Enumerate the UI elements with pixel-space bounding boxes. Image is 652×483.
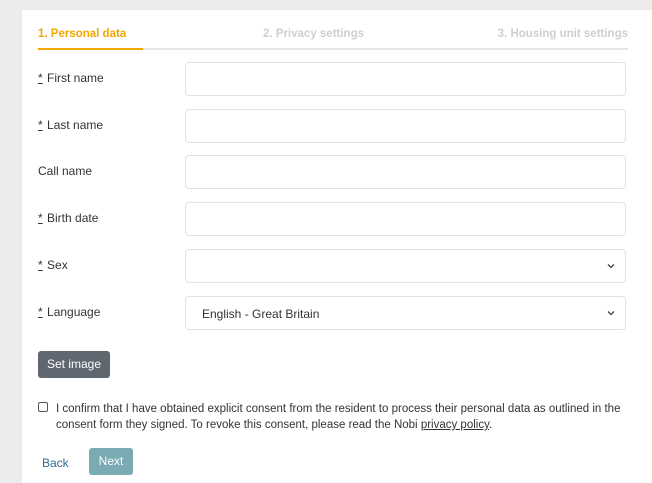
language-value: English - Great Britain: [202, 307, 320, 321]
language-label-text: Language: [47, 305, 101, 319]
consent-checkbox[interactable]: [38, 402, 48, 412]
sex-row: * Sex: [38, 249, 628, 283]
steps-progress-active: [38, 48, 143, 50]
call-name-label: Call name: [38, 164, 92, 178]
sex-label: * Sex: [38, 258, 68, 272]
first-name-label-text: First name: [47, 71, 104, 85]
call-name-input[interactable]: [185, 155, 626, 189]
first-name-input[interactable]: [185, 62, 626, 96]
wizard-steps: 1. Personal data 2. Privacy settings 3. …: [38, 28, 628, 50]
consent-suffix: .: [488, 419, 493, 431]
consent-body-text: I confirm that I have obtained explicit …: [56, 403, 621, 431]
chevron-down-icon: [607, 311, 615, 316]
step-housing-unit-settings[interactable]: 3. Housing unit settings: [498, 28, 628, 40]
step-privacy-settings[interactable]: 2. Privacy settings: [263, 28, 364, 40]
birth-date-label-text: Birth date: [47, 211, 99, 225]
birth-date-row: * Birth date: [38, 202, 628, 236]
first-name-label: * First name: [38, 71, 104, 85]
birth-date-label: * Birth date: [38, 211, 98, 225]
required-marker: *: [38, 118, 43, 132]
chevron-down-icon: [607, 264, 615, 269]
call-name-label-text: Call name: [38, 164, 93, 178]
form-card: 1. Personal data 2. Privacy settings 3. …: [22, 10, 652, 483]
privacy-policy-link[interactable]: privacy policy: [421, 419, 489, 431]
back-button[interactable]: Back: [42, 456, 69, 470]
consent-text: I confirm that I have obtained explicit …: [56, 401, 631, 433]
next-button[interactable]: Next: [89, 448, 133, 475]
last-name-input[interactable]: [185, 109, 626, 143]
last-name-label: * Last name: [38, 118, 103, 132]
required-marker: *: [38, 305, 43, 319]
call-name-row: Call name: [38, 155, 628, 189]
required-marker: *: [38, 258, 43, 272]
first-name-row: * First name: [38, 62, 628, 96]
last-name-row: * Last name: [38, 109, 628, 143]
set-image-button[interactable]: Set image: [38, 351, 110, 378]
last-name-label-text: Last name: [47, 118, 104, 132]
required-marker: *: [38, 211, 43, 225]
sex-select[interactable]: [185, 249, 626, 283]
language-select[interactable]: English - Great Britain: [185, 296, 626, 330]
language-row: * Language English - Great Britain: [38, 296, 628, 330]
birth-date-input[interactable]: [185, 202, 626, 236]
required-marker: *: [38, 71, 43, 85]
consent-block: I confirm that I have obtained explicit …: [38, 401, 628, 441]
steps-progress-line: [38, 48, 628, 50]
language-label: * Language: [38, 305, 100, 319]
sex-label-text: Sex: [47, 258, 68, 272]
step-personal-data[interactable]: 1. Personal data: [38, 28, 126, 40]
